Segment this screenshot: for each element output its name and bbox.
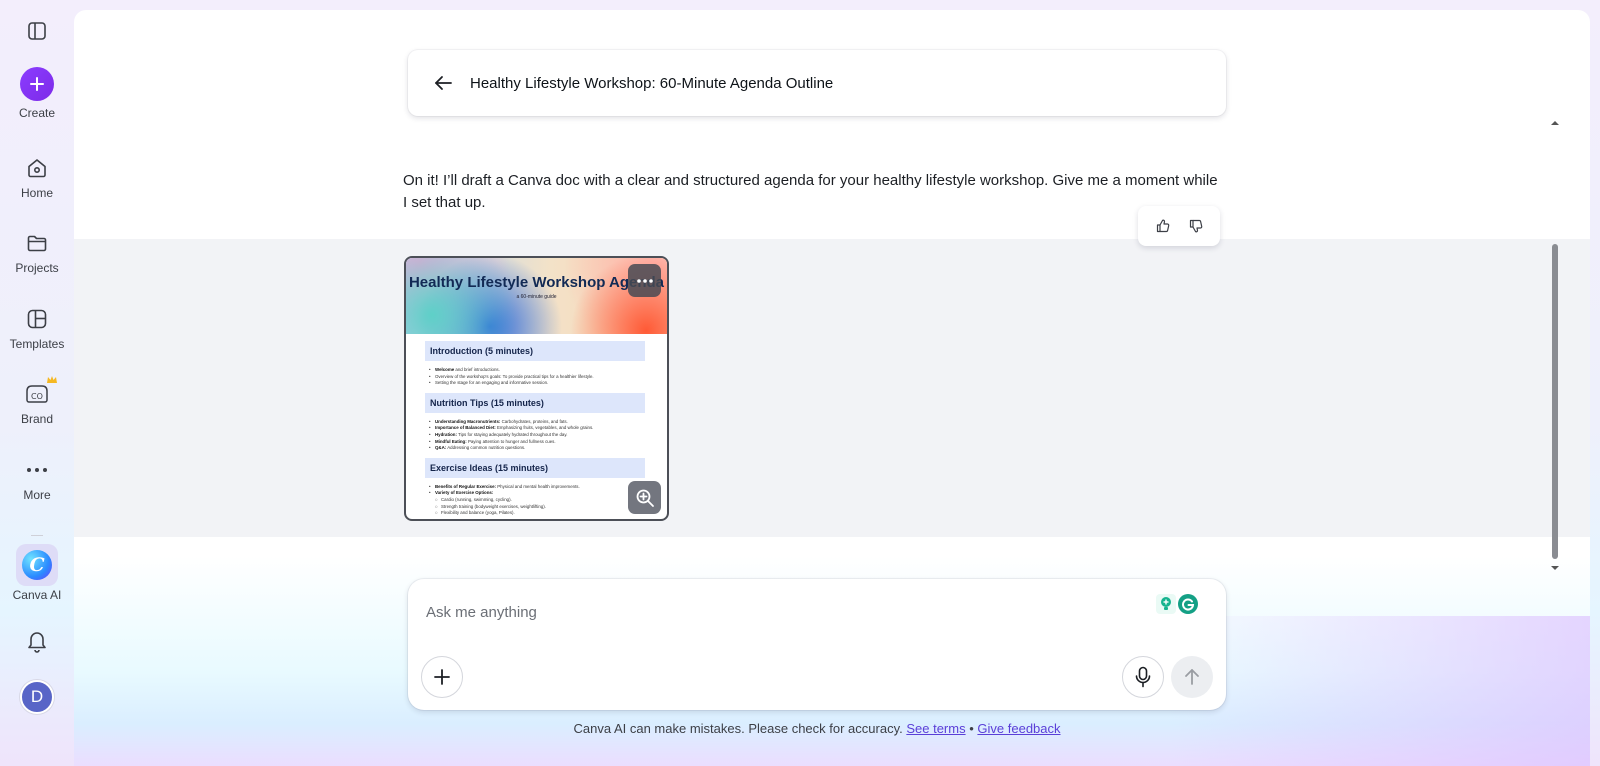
sidebar-item-label: Canva AI [12,588,62,602]
canva-ai-icon: C [16,544,58,586]
sidebar-item-projects[interactable]: Projects [0,230,74,275]
list-item: Variety of Exercise Options: [429,490,645,497]
ask-input[interactable] [426,601,1126,623]
microphone-button[interactable] [1122,656,1164,698]
back-button[interactable] [428,68,458,98]
scroll-up-arrow[interactable] [1550,115,1560,125]
thumbs-up-button[interactable] [1150,213,1176,239]
thumbs-down-button[interactable] [1183,213,1209,239]
thumbs-up-icon [1156,219,1169,233]
list-subitem: Strength training (bodyweight exercises,… [429,504,645,511]
document-list: Benefits of Regular Exercise: Physical a… [429,484,645,517]
create-button[interactable]: Create [0,67,74,120]
send-button[interactable] [1171,656,1213,698]
plus-icon [20,67,54,101]
notifications-button[interactable] [0,628,74,654]
sidebar-item-home[interactable]: Home [0,155,74,200]
templates-icon [24,306,50,332]
document-section-heading: Exercise Ideas (15 minutes) [425,457,645,478]
list-item: Mindful Eating: Paying attention to hung… [429,439,645,446]
feedback-controls [1138,206,1220,246]
microphone-icon [1135,666,1151,688]
add-attachment-button[interactable] [421,656,463,698]
list-item: Importance of Balanced Diet: Emphasizing… [429,425,645,432]
scrollbar-thumb[interactable] [1552,244,1558,559]
zoom-in-icon [636,489,654,507]
arrow-up-icon [1185,669,1199,685]
page-title: Healthy Lifestyle Workshop: 60-Minute Ag… [470,74,834,92]
sidebar-item-templates[interactable]: Templates [0,306,74,351]
avatar: D [20,680,54,714]
home-icon [24,155,50,181]
grammarly-icon[interactable] [1178,594,1198,614]
document-preview-card[interactable]: Healthy Lifestyle Workshop Agenda a 60-m… [404,256,669,521]
list-item: Setting the stage for an engaging and in… [429,380,645,387]
sidebar-item-label: Brand [20,412,54,426]
list-item: Welcome and brief introductions. [429,367,645,374]
sidebar-panel-icon [24,18,50,44]
more-icon [24,457,50,483]
list-item: Understanding Macronutrients: Carbohydra… [429,419,645,426]
conversation-header: Healthy Lifestyle Workshop: 60-Minute Ag… [408,50,1226,116]
lightbulb-icon[interactable] [1156,594,1176,614]
document-section-heading: Introduction (5 minutes) [425,341,645,361]
document-hero: Healthy Lifestyle Workshop Agenda a 60-m… [406,258,667,334]
list-item: Q&A: Addressing common nutrition questio… [429,445,645,452]
list-item: Benefits of Regular Exercise: Physical a… [429,484,645,491]
document-subtitle: a 60-minute guide [516,294,557,300]
account-button[interactable]: D [0,680,74,714]
document-section-heading: Nutrition Tips (15 minutes) [425,392,645,413]
sidebar-toggle-button[interactable] [0,18,74,44]
sidebar-divider [31,535,43,536]
disclaimer: Canva AI can make mistakes. Please check… [573,721,1061,736]
list-item: Overview of the workshop's goals: To pro… [429,374,645,381]
scroll-down-arrow[interactable] [1550,560,1560,570]
sidebar-item-brand[interactable]: CO Brand [0,376,74,426]
chat-composer [408,579,1226,710]
more-horizontal-icon [636,278,653,283]
assistant-message: On it! I’ll draft a Canva doc with a cle… [403,172,1218,211]
zoom-preview-button[interactable] [628,481,661,514]
sidebar-item-canva-ai[interactable]: C Canva AI [0,544,74,602]
separator: • [969,721,974,736]
create-label: Create [18,106,56,120]
extension-icons [1156,594,1198,614]
main-panel: Healthy Lifestyle Workshop: 60-Minute Ag… [74,10,1590,766]
list-subitem: Flexibility and balance (yoga, Pilates). [429,510,645,517]
brand-icon: CO [24,376,57,407]
document-list: Understanding Macronutrients: Carbohydra… [429,419,645,452]
arrow-left-icon [435,76,452,90]
plus-icon [434,669,450,685]
sidebar-item-more[interactable]: More [0,457,74,502]
see-terms-link[interactable]: See terms [906,721,965,736]
thumbs-down-icon [1189,219,1202,233]
sidebar-item-label: Templates [9,337,65,351]
list-subitem: Cardio (running, swimming, cycling). [429,497,645,504]
sidebar-item-label: More [23,488,51,502]
sidebar-item-label: Projects [15,261,59,275]
sidebar: Create Home Projects Templates CO Brand … [0,0,74,766]
svg-text:CO: CO [31,392,43,401]
folder-icon [24,230,50,256]
sidebar-item-label: Home [20,186,53,200]
bell-icon [24,628,50,654]
document-more-button[interactable] [628,264,661,297]
document-list: Welcome and brief introductions. Overvie… [429,367,645,387]
crown-icon [47,376,57,383]
attachment-area [74,239,1590,537]
give-feedback-link[interactable]: Give feedback [977,721,1060,736]
list-item: Hydration: Tips for staying adequately h… [429,432,645,439]
